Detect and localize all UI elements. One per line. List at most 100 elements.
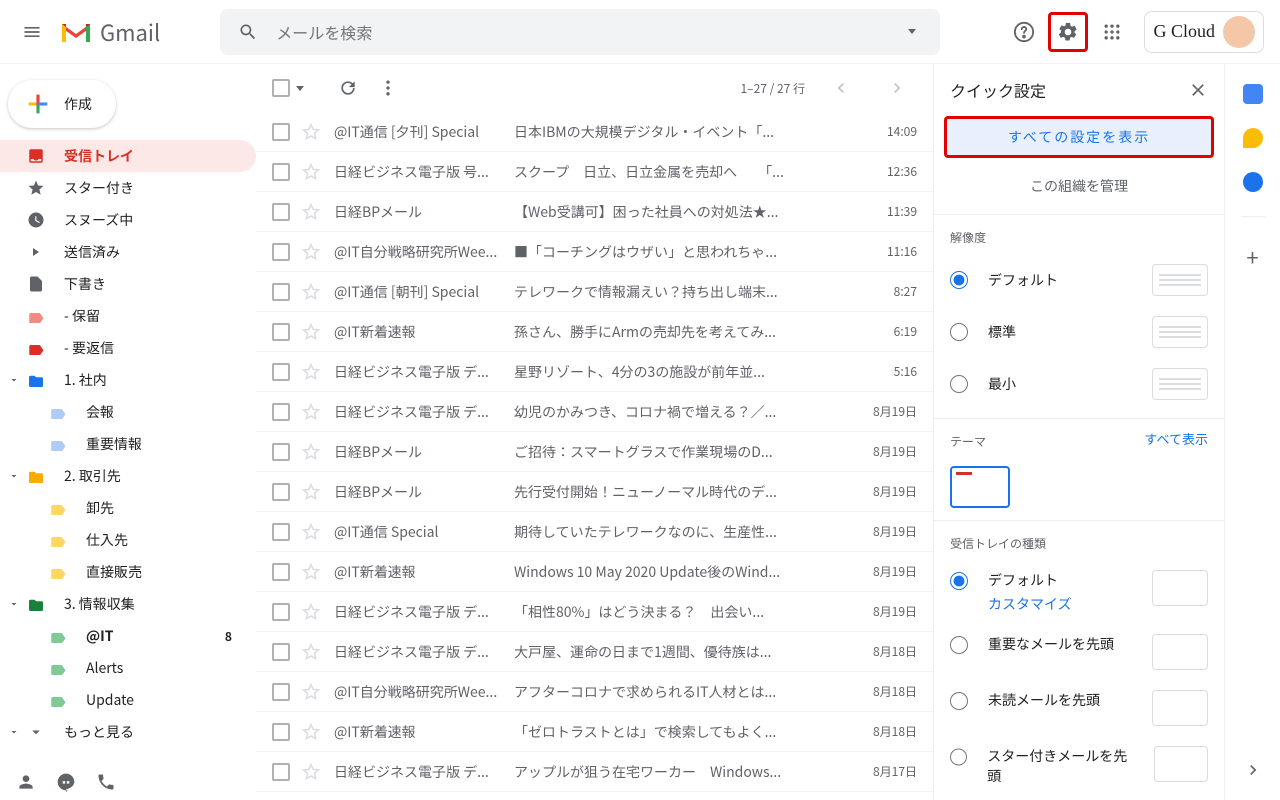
- tasks-icon[interactable]: [1243, 172, 1263, 192]
- sidebar-item[interactable]: @IT8: [0, 620, 256, 652]
- sidebar-item[interactable]: Alerts: [0, 652, 256, 684]
- mail-row[interactable]: 日経BPメール先行受付開始！ニューノーマル時代のデ...8月19日: [256, 472, 933, 512]
- search-button[interactable]: [228, 12, 268, 52]
- sidebar-item[interactable]: 会報: [0, 396, 256, 428]
- inbox-type-option[interactable]: 重要なメールを先頭: [934, 624, 1224, 680]
- sidebar-item[interactable]: Update: [0, 684, 256, 716]
- star-button[interactable]: [302, 323, 322, 341]
- star-button[interactable]: [302, 763, 322, 781]
- hangouts-icon[interactable]: [56, 772, 76, 792]
- mail-row[interactable]: 日経ビジネス電子版 デ...幼児のかみつき、コロナ禍で増える？／...8月19日: [256, 392, 933, 432]
- mail-checkbox[interactable]: [272, 603, 292, 621]
- mail-row[interactable]: 日経BPメールご招待：スマートグラスで作業現場のD...8月19日: [256, 432, 933, 472]
- mail-row[interactable]: 日経BPメール【Web受講可】困った社員への対処法★...11:39: [256, 192, 933, 232]
- star-button[interactable]: [302, 683, 322, 701]
- sidebar-item[interactable]: 2. 取引先: [0, 460, 256, 492]
- next-page-button[interactable]: [877, 68, 917, 108]
- mail-row[interactable]: 日経ビジネス電子版 デ...星野リゾート、4分の3の施設が前年並...5:16: [256, 352, 933, 392]
- mail-checkbox[interactable]: [272, 243, 292, 261]
- inbox-radio[interactable]: [950, 748, 967, 766]
- sidebar-item[interactable]: もっと見る: [0, 716, 256, 748]
- mail-row[interactable]: @IT新着速報孫さん、勝手にArmの売却先を考えてみ...6:19: [256, 312, 933, 352]
- density-option[interactable]: 最小: [934, 358, 1224, 410]
- inbox-type-option[interactable]: 未読メールを先頭: [934, 680, 1224, 736]
- sidebar-item[interactable]: 直接販売: [0, 556, 256, 588]
- settings-button[interactable]: [1048, 12, 1088, 52]
- mail-checkbox[interactable]: [272, 483, 292, 501]
- inbox-radio[interactable]: [950, 636, 968, 654]
- inbox-type-option[interactable]: デフォルトカスタマイズ: [934, 560, 1224, 624]
- search-bar[interactable]: [220, 9, 940, 55]
- mail-row[interactable]: 日経ビジネス電子版 号...スクープ 日立、日立金属を売却へ 「...12:36: [256, 152, 933, 192]
- keep-icon[interactable]: [1243, 128, 1263, 148]
- prev-page-button[interactable]: [821, 68, 861, 108]
- mail-row[interactable]: @IT自分戦略研究所Wee...■「コーチングはウザい」と思われちゃ...11:…: [256, 232, 933, 272]
- star-button[interactable]: [302, 123, 322, 141]
- sidebar-item[interactable]: 送信済み: [0, 236, 256, 268]
- mail-row[interactable]: @IT通信 [朝刊] Specialテレワークで情報漏えい？持ち出し端末...8…: [256, 272, 933, 312]
- star-button[interactable]: [302, 363, 322, 381]
- density-option[interactable]: デフォルト: [934, 254, 1224, 306]
- mail-row[interactable]: @IT自分戦略研究所Wee...アフターコロナで求められるIT人材とは...8月…: [256, 672, 933, 712]
- search-input[interactable]: [276, 20, 892, 44]
- all-settings-button[interactable]: すべての設定を表示: [944, 116, 1214, 158]
- mail-row[interactable]: @IT新着速報Windows 10 May 2020 Update後のWind.…: [256, 552, 933, 592]
- star-button[interactable]: [302, 723, 322, 741]
- star-button[interactable]: [302, 643, 322, 661]
- mail-checkbox[interactable]: [272, 563, 292, 581]
- density-radio[interactable]: [950, 323, 968, 341]
- compose-button[interactable]: 作成: [8, 80, 116, 128]
- mail-row[interactable]: @IT通信 [夕刊] Special日本IBMの大規模デジタル・イベント「...…: [256, 112, 933, 152]
- star-button[interactable]: [302, 163, 322, 181]
- manage-org-link[interactable]: この組織を管理: [934, 158, 1224, 215]
- account-switcher[interactable]: G Cloud: [1144, 11, 1264, 53]
- star-button[interactable]: [302, 203, 322, 221]
- theme-show-all-link[interactable]: すべて表示: [1144, 429, 1208, 448]
- mail-row[interactable]: @IT通信 Special期待していたテレワークなのに、生産性...8月19日: [256, 512, 933, 552]
- mail-checkbox[interactable]: [272, 723, 292, 741]
- phone-icon[interactable]: [96, 772, 116, 792]
- calendar-icon[interactable]: [1243, 84, 1263, 104]
- refresh-button[interactable]: [328, 68, 368, 108]
- star-button[interactable]: [302, 563, 322, 581]
- apps-button[interactable]: [1092, 12, 1132, 52]
- sidebar-item[interactable]: スター付き: [0, 172, 256, 204]
- star-button[interactable]: [302, 483, 322, 501]
- star-button[interactable]: [302, 443, 322, 461]
- star-button[interactable]: [302, 283, 322, 301]
- mail-row[interactable]: 日経ビジネス電子版 デ...「相性80%」はどう決まる？ 出会い...8月19日: [256, 592, 933, 632]
- inbox-type-option[interactable]: スター付きメールを先頭: [934, 736, 1224, 796]
- sidebar-item[interactable]: 重要情報: [0, 428, 256, 460]
- sidebar-item[interactable]: 3. 情報収集: [0, 588, 256, 620]
- mail-checkbox[interactable]: [272, 363, 292, 381]
- person-icon[interactable]: [16, 772, 36, 792]
- help-button[interactable]: [1004, 12, 1044, 52]
- star-button[interactable]: [302, 243, 322, 261]
- mail-checkbox[interactable]: [272, 163, 292, 181]
- more-button[interactable]: [368, 68, 408, 108]
- search-options-button[interactable]: [892, 12, 932, 52]
- mail-checkbox[interactable]: [272, 443, 292, 461]
- mail-row[interactable]: 日経ビジネス電子版 デ...アップルが狙う在宅ワーカー Windows...8月…: [256, 752, 933, 792]
- star-button[interactable]: [302, 603, 322, 621]
- star-button[interactable]: [302, 403, 322, 421]
- sidebar-item[interactable]: 1. 社内: [0, 364, 256, 396]
- sidebar-item[interactable]: スヌーズ中: [0, 204, 256, 236]
- theme-thumbnail[interactable]: [950, 466, 1010, 508]
- mail-checkbox[interactable]: [272, 403, 292, 421]
- menu-button[interactable]: [8, 8, 56, 56]
- gmail-logo[interactable]: Gmail: [60, 16, 160, 48]
- close-panel-button[interactable]: [1188, 80, 1208, 100]
- inbox-radio[interactable]: [950, 692, 968, 710]
- density-radio[interactable]: [950, 271, 968, 289]
- mail-checkbox[interactable]: [272, 323, 292, 341]
- mail-checkbox[interactable]: [272, 643, 292, 661]
- sidebar-item[interactable]: - 保留: [0, 300, 256, 332]
- sidebar-item[interactable]: 卸先: [0, 492, 256, 524]
- mail-checkbox[interactable]: [272, 283, 292, 301]
- collapse-rail-button[interactable]: [1243, 760, 1263, 780]
- sidebar-item[interactable]: 受信トレイ: [0, 140, 256, 172]
- mail-checkbox[interactable]: [272, 123, 292, 141]
- density-radio[interactable]: [950, 375, 968, 393]
- mail-row[interactable]: 日経ビジネス電子版 デ...大戸屋、運命の日まで1週間、優待族は...8月18日: [256, 632, 933, 672]
